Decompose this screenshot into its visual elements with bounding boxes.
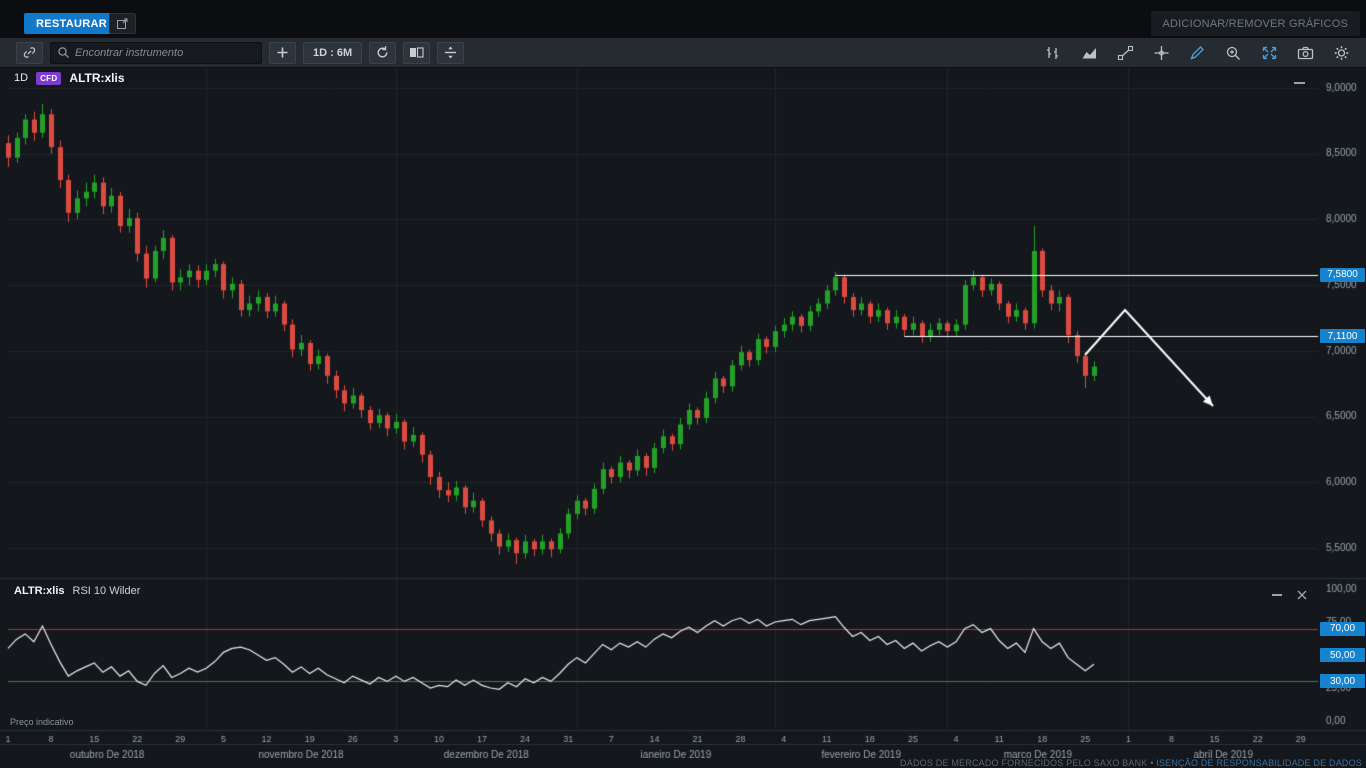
rsi-level-badge: 50,00 [1320, 648, 1365, 662]
settings-button[interactable] [1326, 41, 1356, 65]
price-line-badge: 7,1100 [1320, 329, 1365, 343]
area-chart-button[interactable] [1074, 41, 1104, 65]
popout-button[interactable] [109, 13, 136, 34]
chart-legend: 1D CFD ALTR:xlis [14, 71, 125, 85]
rsi-legend: ALTR:xlis RSI 10 Wilder [14, 585, 140, 597]
refresh-button[interactable] [369, 42, 396, 64]
trendline-button[interactable] [1110, 41, 1140, 65]
popout-icon [116, 17, 129, 30]
footer: DADOS DE MERCADO FORNECIDOS PELO SAXO BA… [900, 758, 1362, 768]
zoom-button[interactable] [1218, 41, 1248, 65]
toolbar-left-group: 1D : 6M [0, 42, 471, 64]
rsi-symbol-label: ALTR:xlis [14, 585, 65, 597]
hlc-chart-button[interactable] [1038, 41, 1068, 65]
indicative-price-note: Preço indicativo [10, 717, 74, 727]
price-line-badge: 7,5800 [1320, 268, 1365, 282]
plus-icon [276, 46, 289, 59]
camera-button[interactable] [1290, 41, 1320, 65]
area-chart-icon [1081, 45, 1098, 61]
split-view-icon [443, 45, 458, 60]
minimize-main-pane-icon[interactable] [1294, 82, 1305, 84]
trendline-icon [1117, 45, 1134, 61]
link-icon [22, 45, 37, 60]
layout-button[interactable] [403, 42, 430, 64]
add-remove-charts-button[interactable]: ADICIONAR/REMOVER GRÁFICOS [1151, 11, 1361, 36]
instrument-search[interactable] [50, 42, 262, 64]
zoom-icon [1225, 45, 1242, 61]
add-instrument-button[interactable] [269, 42, 296, 64]
annotation-draw-icon [1189, 45, 1206, 61]
instrument-type-badge: CFD [36, 72, 61, 85]
chart-window: RESTAURAR ADICIONAR/REMOVER GRÁFICOS [0, 0, 1366, 768]
restore-button[interactable]: RESTAURAR [24, 13, 119, 34]
search-icon [57, 46, 70, 59]
layout-icon [409, 46, 424, 59]
price-chart-canvas[interactable] [0, 68, 1366, 758]
crosshair-button[interactable] [1146, 41, 1176, 65]
search-input[interactable] [75, 47, 255, 59]
minimize-rsi-pane-icon[interactable] [1272, 594, 1282, 596]
link-button[interactable] [16, 42, 43, 64]
toolbar-right-group [1032, 41, 1366, 65]
annotation-button[interactable] [1182, 41, 1212, 65]
interval-label: 1D [14, 72, 28, 84]
camera-icon [1297, 45, 1314, 61]
data-disclaimer-link[interactable]: ISENÇÃO DE RESPONSABILIDADE DE DADOS [1156, 758, 1362, 768]
period-button[interactable]: 1D : 6M [303, 42, 362, 64]
split-view-button[interactable] [437, 42, 464, 64]
titlebar: RESTAURAR ADICIONAR/REMOVER GRÁFICOS [0, 0, 1366, 38]
rsi-indicator-label: RSI 10 Wilder [73, 585, 141, 597]
hlc-chart-icon [1045, 45, 1062, 61]
symbol-label: ALTR:xlis [69, 71, 124, 85]
settings-gear-icon [1333, 45, 1350, 61]
crosshair-icon [1153, 45, 1170, 61]
resize-expand-icon [1261, 45, 1278, 61]
close-rsi-pane-icon[interactable] [1296, 589, 1308, 601]
toolbar: 1D : 6M [0, 38, 1366, 68]
market-data-attribution: DADOS DE MERCADO FORNECIDOS PELO SAXO BA… [900, 758, 1156, 768]
rsi-level-badge: 30,00 [1320, 674, 1365, 688]
resize-button[interactable] [1254, 41, 1284, 65]
refresh-icon [375, 45, 390, 60]
rsi-level-badge: 70,00 [1320, 622, 1365, 636]
